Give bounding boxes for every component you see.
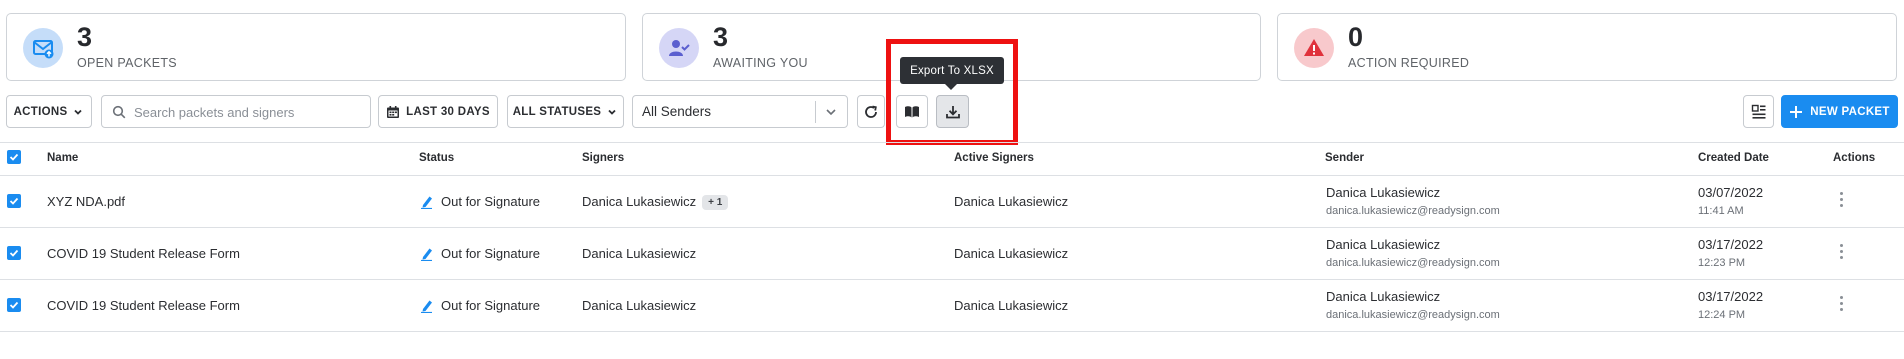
refresh-button[interactable] [857,95,885,128]
column-header-signers[interactable]: Signers [582,152,624,164]
search-field[interactable] [101,95,371,128]
new-packet-button[interactable]: NEW PACKET [1781,95,1898,128]
table-row[interactable]: XYZ NDA.pdf Out for Signature Danica Luk… [0,176,1904,228]
column-header-sender[interactable]: Sender [1325,152,1364,164]
packet-name[interactable]: COVID 19 Student Release Form [47,246,240,261]
awaiting-you-label: AWAITING YOU [713,56,808,70]
highlight-box [886,39,1018,145]
signer-name: Danica Lukasiewicz [582,246,697,261]
active-signer: Danica Lukasiewicz [954,194,1069,209]
table-row[interactable]: COVID 19 Student Release Form Out for Si… [0,280,1904,332]
created-date: 03/17/2022 [1698,289,1764,304]
sender-email: danica.lukasiewicz@readysign.com [1326,309,1500,321]
status-filter-button[interactable]: ALL STATUSES [507,95,624,128]
created-time: 12:23 PM [1698,257,1746,269]
pen-icon [421,248,432,261]
search-icon [112,105,126,119]
packet-name[interactable]: XYZ NDA.pdf [47,194,125,209]
plus-icon [1790,105,1803,118]
active-signer: Danica Lukasiewicz [954,298,1069,313]
signers-cell: Danica Lukasiewicz + 1 [582,194,729,210]
open-packets-label: OPEN PACKETS [77,56,177,70]
signer-name: Danica Lukasiewicz [582,194,697,209]
mail-upload-icon [23,28,63,68]
signer-name: Danica Lukasiewicz [582,298,697,313]
pen-icon [421,300,432,313]
column-header-created-date[interactable]: Created Date [1698,152,1769,164]
open-packets-count: 3 [77,22,93,52]
table-row[interactable]: COVID 19 Student Release Form Out for Si… [0,228,1904,280]
pen-icon [421,196,432,209]
row-more-icon[interactable] [1840,192,1844,210]
senders-select[interactable]: All Senders [632,95,848,128]
row-checkbox[interactable] [7,246,21,260]
layout-toggle-button[interactable] [1743,95,1774,128]
senders-value: All Senders [642,104,712,119]
column-header-actions: Actions [1833,152,1876,164]
sender-name: Danica Lukasiewicz [1326,289,1441,304]
row-more-icon[interactable] [1840,244,1844,262]
refresh-icon [865,105,877,118]
search-input[interactable] [134,102,364,122]
column-header-active-signers[interactable]: Active Signers [954,152,1034,164]
check-icon [9,153,19,161]
select-divider [815,101,816,123]
active-signer: Danica Lukasiewicz [954,246,1069,261]
packet-status: Out for Signature [441,194,540,209]
sender-name: Danica Lukasiewicz [1326,237,1441,252]
row-checkbox[interactable] [7,298,21,312]
row-more-icon[interactable] [1840,296,1844,314]
column-header-status[interactable]: Status [419,152,454,164]
created-time: 11:41 AM [1698,205,1744,217]
packet-name[interactable]: COVID 19 Student Release Form [47,298,240,313]
new-packet-label: NEW PACKET [1810,105,1890,118]
action-required-label: ACTION REQUIRED [1348,56,1470,70]
grid-layout-icon [1751,104,1765,119]
check-icon [9,249,19,257]
chevron-down-icon [74,109,83,115]
date-range-button[interactable]: LAST 30 DAYS [378,95,498,128]
calendar-icon [387,105,400,118]
packet-status: Out for Signature [441,246,540,261]
sender-email: danica.lukasiewicz@readysign.com [1326,205,1500,217]
awaiting-you-count: 3 [713,22,729,52]
column-header-name[interactable]: Name [47,152,78,164]
check-icon [9,197,19,205]
action-required-count: 0 [1348,22,1364,52]
packet-status: Out for Signature [441,298,540,313]
action-required-card[interactable]: 0 ACTION REQUIRED [1277,13,1897,81]
row-divider [0,331,1904,332]
open-packets-card[interactable]: 3 OPEN PACKETS [6,13,626,81]
created-time: 12:24 PM [1698,309,1746,321]
table-top-divider [0,142,1904,143]
check-icon [9,301,19,309]
warning-triangle-icon [1294,28,1334,68]
sender-email: danica.lukasiewicz@readysign.com [1326,257,1500,269]
date-range-label: LAST 30 DAYS [406,105,490,118]
created-date: 03/07/2022 [1698,185,1764,200]
extra-signers-badge[interactable]: + 1 [702,195,729,210]
chevron-down-icon[interactable] [823,104,839,120]
sender-name: Danica Lukasiewicz [1326,185,1441,200]
actions-dropdown-button[interactable]: ACTIONS [6,95,92,128]
created-date: 03/17/2022 [1698,237,1764,252]
chevron-down-icon [608,109,616,115]
row-checkbox[interactable] [7,194,21,208]
select-all-checkbox[interactable] [7,150,21,164]
actions-label: ACTIONS [13,105,68,118]
user-check-icon [659,28,699,68]
status-filter-label: ALL STATUSES [512,105,602,118]
